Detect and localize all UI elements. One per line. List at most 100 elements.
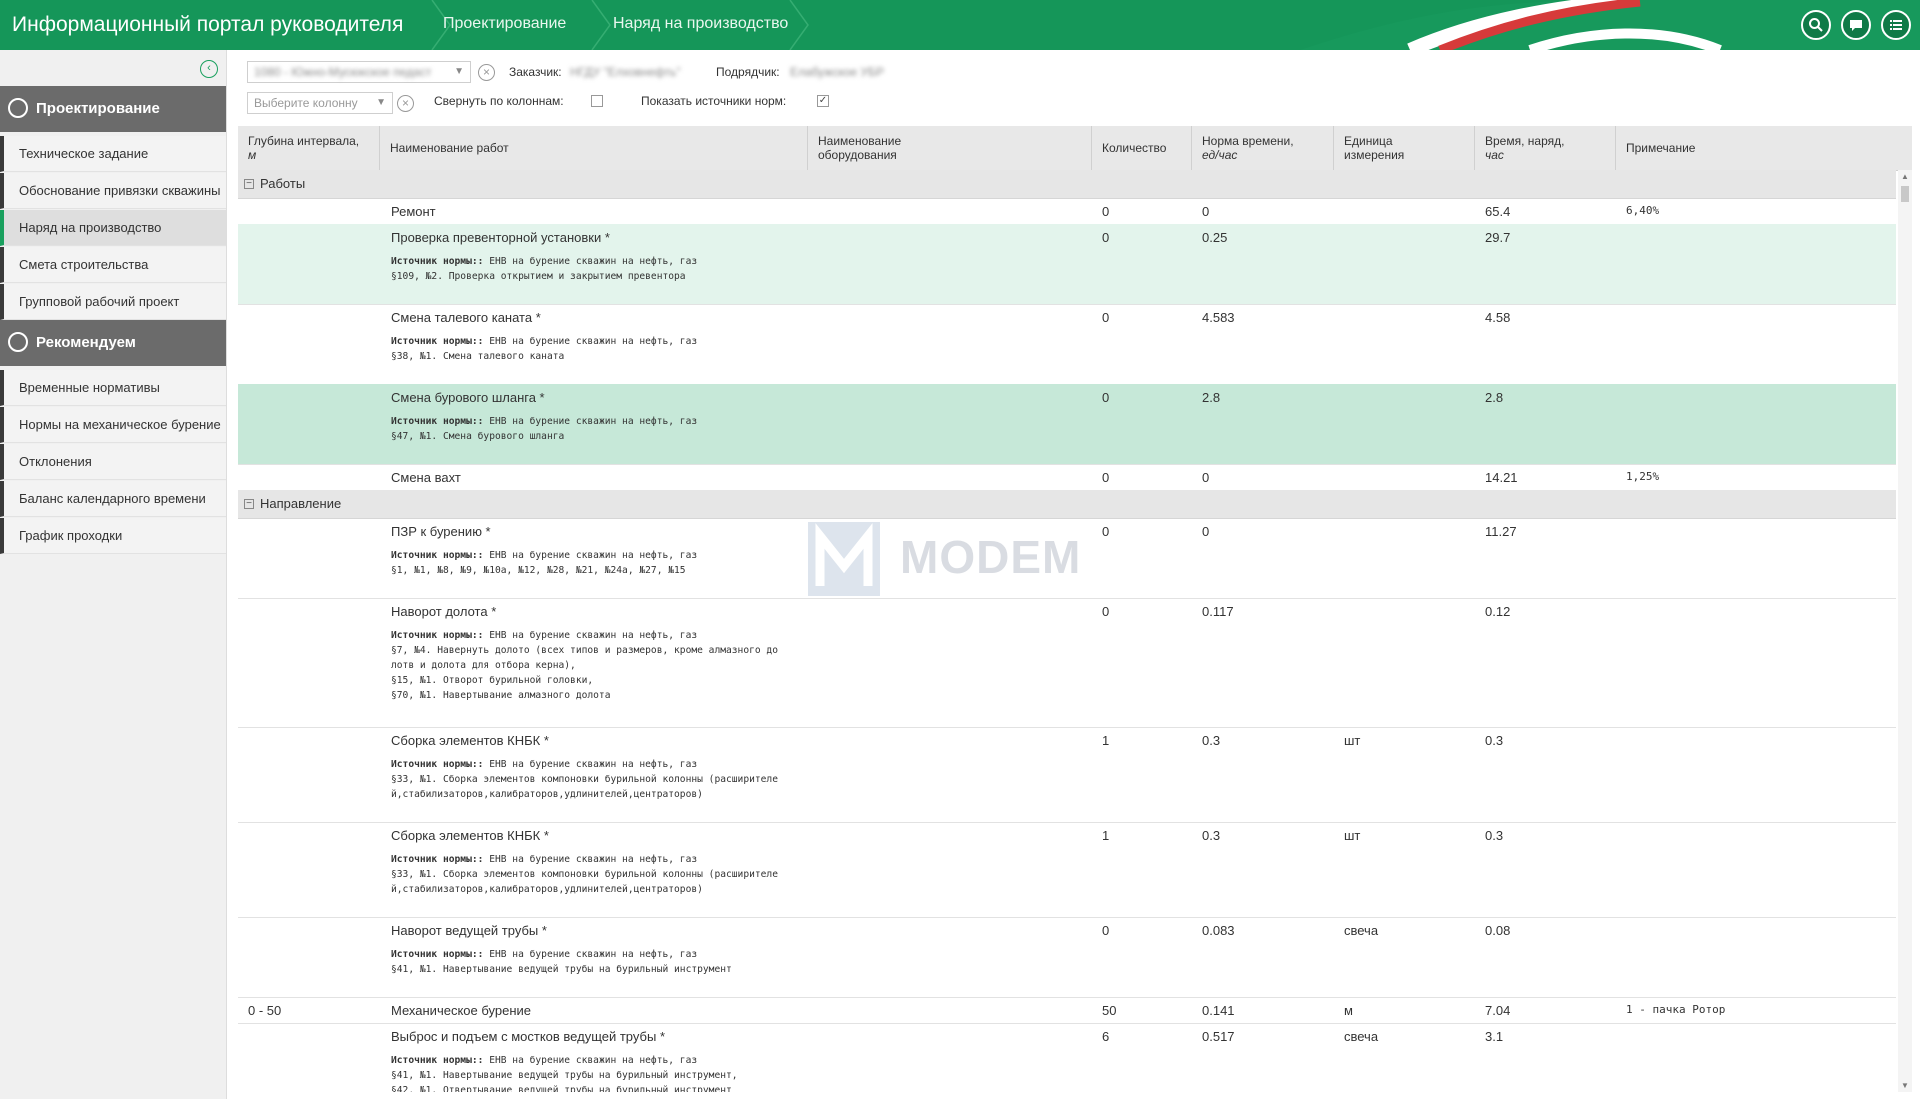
sidebar-item-mech-drilling-norms[interactable]: Нормы на механическое бурение <box>0 407 226 443</box>
cell-quantity: 6 <box>1102 1029 1110 1044</box>
col-equipment[interactable]: Наименование оборудования <box>808 126 1092 170</box>
norm-source-line: §1, №1, №8, №9, №10а, №12, №28, №21, №24… <box>391 565 686 576</box>
sidebar-item-progress-chart[interactable]: График проходки <box>0 518 226 554</box>
scroll-up-icon[interactable]: ▲ <box>1901 172 1909 181</box>
col-unit[interactable]: Единица измерения <box>1334 126 1475 170</box>
group-title: Работы <box>260 176 306 191</box>
app-title[interactable]: Информационный портал руководителя <box>12 0 403 50</box>
sidebar-section-recommend[interactable]: Рекомендуем <box>0 320 226 366</box>
collapse-columns-label: Свернуть по колоннам: <box>434 94 564 108</box>
cell-quantity: 0 <box>1102 604 1110 619</box>
collapse-sidebar-icon[interactable]: ‹ <box>200 60 218 78</box>
cell-work-name: Смена вахт <box>391 470 461 485</box>
col-time-norm[interactable]: Норма времени, ед/час <box>1192 126 1334 170</box>
norm-source-label: Источник нормы:: <box>391 1055 484 1066</box>
search-icon[interactable] <box>1801 10 1831 40</box>
norm-source: Источник нормы:: ЕНВ на бурение скважин … <box>391 947 732 977</box>
col-order-time[interactable]: Время, наряд, час <box>1475 126 1616 170</box>
col-note[interactable]: Примечание <box>1616 126 1912 170</box>
col-depth[interactable]: Глубина интервала, м <box>238 126 380 170</box>
cell-time-norm: 0.083 <box>1202 923 1235 938</box>
cell-order-time: 0.08 <box>1485 923 1511 938</box>
table-row[interactable]: Проверка превенторной установки * 0 0.25 29… <box>238 224 1896 305</box>
norm-source: Источник нормы:: ЕНВ на бурение скважин … <box>391 414 697 444</box>
sidebar-item-time-norms[interactable]: Временные нормативы <box>0 370 226 406</box>
cell-order-time: 2.8 <box>1485 390 1504 405</box>
show-sources-label: Показать источники норм: <box>641 94 787 108</box>
collapse-group-icon[interactable]: − <box>244 499 254 509</box>
norm-source-label: Источник нормы:: <box>391 336 484 347</box>
cell-quantity: 1 <box>1102 828 1110 843</box>
scroll-thumb[interactable] <box>1901 186 1909 202</box>
column-select-placeholder: Выберите колонну <box>254 96 358 110</box>
norm-source-line: ЕНВ на бурение скважин на нефть, газ <box>489 949 698 960</box>
table-row[interactable]: Ремонт 0 0 65.4 6,40% <box>238 198 1896 225</box>
sidebar-item-estimate[interactable]: Смета строительства <box>0 247 226 283</box>
table-row[interactable]: Выброс и подъем с мостков ведущей трубы … <box>238 1023 1896 1092</box>
cell-quantity: 0 <box>1102 310 1110 325</box>
table-row[interactable]: Наворот долота * 0 0.117 0.12 Источник нормы… <box>238 598 1896 728</box>
breadcrumb-item[interactable]: Наряд на производство <box>613 0 788 50</box>
norm-source: Источник нормы:: ЕНВ на бурение скважин … <box>391 852 778 897</box>
sidebar-item-well-justification[interactable]: Обоснование привязки скважины <box>0 173 226 209</box>
table-row[interactable]: Сборка элементов КНБК * 1 0.3 шт 0.3 Источник… <box>238 822 1896 918</box>
table-body: − Работы Ремонт 0 0 65.4 6,40% Проверка превент… <box>238 170 1896 1092</box>
norm-source-label: Источник нормы:: <box>391 759 484 770</box>
vertical-scrollbar[interactable]: ▲ ▼ <box>1898 170 1912 1092</box>
show-sources-checkbox[interactable]: ✓ <box>817 95 829 107</box>
group-header[interactable]: − Работы <box>238 170 1896 199</box>
breadcrumb-item[interactable]: Проектирование <box>443 0 566 50</box>
norm-source-line: ЕНВ на бурение скважин на нефть, газ <box>489 336 698 347</box>
cell-work-name: Сборка элементов КНБК * <box>391 828 549 843</box>
norm-source-line: ЕНВ на бурение скважин на нефть, газ <box>489 256 698 267</box>
norm-source-label: Источник нормы:: <box>391 550 484 561</box>
chat-icon[interactable] <box>1841 10 1871 40</box>
norm-source-line: ЕНВ на бурение скважин на нефть, газ <box>489 416 698 427</box>
column-select[interactable]: Выберите колонну ▼ <box>247 92 393 114</box>
scroll-down-icon[interactable]: ▼ <box>1901 1081 1909 1090</box>
cell-quantity: 0 <box>1102 204 1110 219</box>
cell-time-norm: 0.517 <box>1202 1029 1235 1044</box>
cell-note: 6,40% <box>1626 204 1660 217</box>
table-row[interactable]: 0 - 50 Механическое бурение 50 0.141 м 7.04 1 … <box>238 997 1896 1024</box>
table-row[interactable]: Смена бурового шланга * 0 2.8 2.8 Источник н… <box>238 384 1896 465</box>
well-select-value: 1080 - Южно-Мусюкское педаст <box>254 65 432 79</box>
cell-work-name: Наворот ведущей трубы * <box>391 923 547 938</box>
cell-work-name: ПЗР к бурению * <box>391 524 491 539</box>
norm-source-line: §42, №1. Отвертывание ведущей трубы на б… <box>391 1085 732 1092</box>
cell-unit: шт <box>1344 828 1361 843</box>
clear-column-icon[interactable]: × <box>397 95 414 112</box>
sidebar-section-design[interactable]: Проектирование <box>0 86 226 132</box>
norm-source-line: ЕНВ на бурение скважин на нефть, газ <box>489 854 698 865</box>
table-row[interactable]: Смена талевого каната * 0 4.583 4.58 Источни… <box>238 304 1896 385</box>
col-quantity[interactable]: Количество <box>1092 126 1192 170</box>
sidebar-item-tech-task[interactable]: Техническое задание <box>0 136 226 172</box>
sidebar-item-work-order[interactable]: Наряд на производство <box>0 210 226 246</box>
col-work-name[interactable]: Наименование работ <box>380 126 808 170</box>
well-select[interactable]: 1080 - Южно-Мусюкское педаст ▼ <box>247 61 471 83</box>
cell-quantity: 0 <box>1102 524 1110 539</box>
contractor-label: Подрядчик: <box>716 65 780 79</box>
cell-work-name: Сборка элементов КНБК * <box>391 733 549 748</box>
clear-well-icon[interactable]: × <box>478 64 495 81</box>
cell-work-name: Смена бурового шланга * <box>391 390 545 405</box>
app-header: Информационный портал руководителя Проек… <box>0 0 1920 50</box>
collapse-group-icon[interactable]: − <box>244 179 254 189</box>
cell-depth: 0 - 50 <box>248 1003 282 1018</box>
sidebar: ‹ Проектирование Техническое задание Обо… <box>0 50 227 1099</box>
table-row[interactable]: Сборка элементов КНБК * 1 0.3 шт 0.3 Источник… <box>238 727 1896 823</box>
table-row[interactable]: Смена вахт 0 0 14.21 1,25% <box>238 464 1896 491</box>
sidebar-item-deviations[interactable]: Отклонения <box>0 444 226 480</box>
collapse-columns-checkbox[interactable] <box>591 95 603 107</box>
list-icon[interactable] <box>1881 10 1911 40</box>
norm-source-line: й,стабилизаторов,калибраторов,удлинителе… <box>391 884 703 895</box>
table-row[interactable]: Наворот ведущей трубы * 0 0.083 свеча 0.08 Ис… <box>238 917 1896 998</box>
sidebar-item-group-project[interactable]: Групповой рабочий проект <box>0 284 226 320</box>
norm-source-line: ЕНВ на бурение скважин на нефть, газ <box>489 1055 698 1066</box>
norm-source-label: Источник нормы:: <box>391 630 484 641</box>
group-header[interactable]: − Направление <box>238 490 1896 519</box>
cell-time-norm: 0 <box>1202 204 1210 219</box>
cell-quantity: 1 <box>1102 733 1110 748</box>
cell-quantity: 0 <box>1102 230 1110 245</box>
sidebar-item-calendar-balance[interactable]: Баланс календарного времени <box>0 481 226 517</box>
